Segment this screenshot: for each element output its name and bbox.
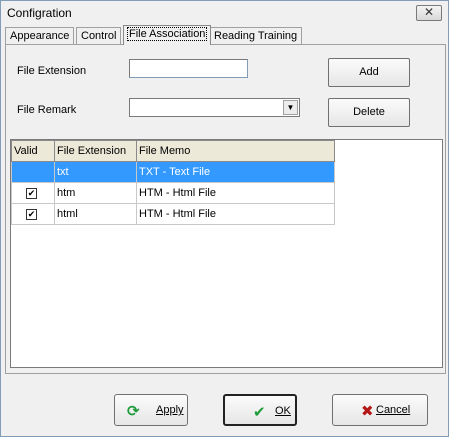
header-file-memo[interactable]: File Memo [136,140,335,162]
apply-button[interactable]: ⟳ Apply [114,394,188,426]
valid-cell[interactable] [11,161,55,183]
apply-label: Apply [156,404,184,416]
file-extension-label: File Extension [17,65,87,77]
cancel-button[interactable]: ✖ Cancel [332,394,428,426]
header-valid[interactable]: Valid [11,140,55,162]
valid-cell[interactable]: ✔ [11,182,55,204]
cancel-label: Cancel [376,404,411,416]
memo-cell[interactable]: HTM - Html File [136,203,335,225]
tab-label: Reading Training [214,30,298,42]
chevron-down-icon[interactable]: ▼ [283,100,298,115]
grid-header-row: Valid File Extension File Memo [11,140,335,162]
button-bar: ⟳ Apply ✔ OK ✖ Cancel [1,375,448,436]
file-association-panel: File Extension Add File Remark ▼ Delete … [5,44,446,374]
checkbox[interactable]: ✔ [26,188,37,199]
cross-icon: ✖ [361,403,374,420]
file-remark-combo[interactable]: ▼ [129,98,300,117]
valid-cell[interactable]: ✔ [11,203,55,225]
tab-file-association[interactable]: File Association [123,25,212,45]
refresh-icon: ⟳ [127,403,140,420]
delete-label: Delete [353,106,385,118]
ok-label: OK [275,405,291,417]
tab-control[interactable]: Control [76,27,122,45]
ok-button[interactable]: ✔ OK [223,394,297,426]
delete-button[interactable]: Delete [328,98,410,127]
extension-cell[interactable]: txt [54,161,137,183]
add-label: Add [359,66,379,78]
checkbox[interactable]: ✔ [26,209,37,220]
extension-cell[interactable]: htm [54,182,137,204]
tab-reading-training[interactable]: Reading Training [209,27,303,45]
memo-cell[interactable]: HTM - Html File [136,182,335,204]
tab-label: Appearance [10,30,70,42]
table-row[interactable]: txt TXT - Text File [11,161,335,183]
close-button[interactable]: ✕ [416,5,442,21]
config-window: Configration ✕ Appearance Control File A… [0,0,449,437]
add-button[interactable]: Add [328,58,410,87]
file-extension-input[interactable] [129,59,248,78]
file-remark-label: File Remark [17,104,77,116]
title-bar: Configration ✕ [1,1,448,25]
tab-strip: Appearance Control File Association Read… [5,25,445,45]
file-association-grid[interactable]: Valid File Extension File Memo txt TXT -… [10,139,443,368]
table-row[interactable]: ✔ htm HTM - Html File [11,182,335,204]
extension-cell[interactable]: html [54,203,137,225]
tab-appearance[interactable]: Appearance [5,27,75,45]
tab-label: File Association [126,27,208,41]
memo-cell[interactable]: TXT - Text File [136,161,335,183]
close-icon: ✕ [423,5,435,19]
tab-label: Control [81,30,117,42]
window-title: Configration [7,6,72,20]
header-file-extension[interactable]: File Extension [54,140,137,162]
checkmark-icon: ✔ [253,404,266,421]
table-row[interactable]: ✔ html HTM - Html File [11,203,335,225]
